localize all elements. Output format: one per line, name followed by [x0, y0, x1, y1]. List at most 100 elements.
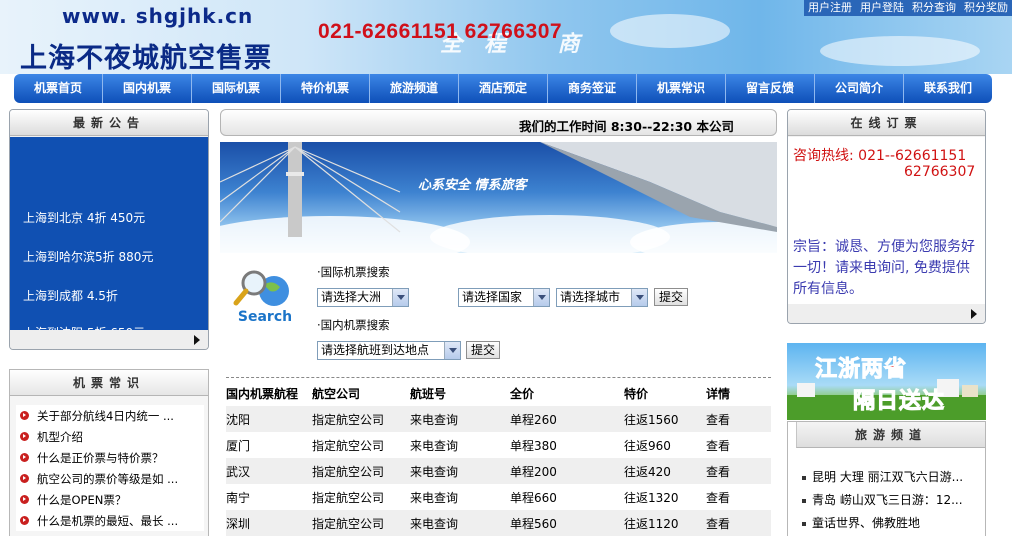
table-cell: 单程380 [510, 438, 557, 453]
continent-select[interactable]: 请选择大洲 [317, 288, 409, 307]
divider [226, 377, 771, 378]
online-booking-title: 在线订票 [788, 110, 985, 136]
red-arrow-bullet-icon [20, 516, 29, 525]
table-cell: 来电查询 [410, 438, 459, 453]
intl-search-label: ·国际机票搜索 [317, 265, 390, 279]
nav-item-special[interactable]: 特价机票 [281, 74, 370, 103]
site-url: www. shgjhk.cn [62, 4, 254, 28]
knowledge-item[interactable]: 机型介绍 [16, 426, 204, 447]
magnifier-globe-icon [233, 270, 289, 306]
points-reward-link[interactable]: 积分奖励 [964, 1, 1008, 15]
nav-item-about[interactable]: 公司简介 [815, 74, 904, 103]
knowledge-item-label: 关于部分航线4日内统一 ... [37, 408, 174, 423]
column-header: 特价 [624, 386, 649, 401]
announcement-item[interactable]: 上海到哈尔滨5折 880元 [23, 248, 153, 265]
travel-item[interactable]: 昆明 大理 丽江双飞六日游... [802, 468, 982, 485]
table-cell: 单程660 [510, 490, 557, 505]
login-link[interactable]: 用户登陆 [860, 1, 904, 15]
travel-channel-title: 旅游频道 [796, 422, 985, 448]
red-arrow-bullet-icon [20, 495, 29, 504]
nav-item-hotel[interactable]: 酒店预定 [459, 74, 548, 103]
table-cell: 深圳 [226, 516, 251, 531]
destination-select[interactable]: 请选择航班到达地点 [317, 341, 461, 360]
consult-hotline: 咨询热线: 021--62661151 [793, 148, 967, 164]
table-cell: 来电查询 [410, 464, 459, 479]
knowledge-item[interactable]: 什么是OPEN票？ [16, 489, 204, 510]
chevron-down-icon[interactable] [444, 342, 460, 359]
red-arrow-bullet-icon [20, 432, 29, 441]
view-link[interactable]: 查看 [706, 515, 766, 532]
column-header: 国内机票航程 [226, 386, 299, 401]
work-hours-bar: 我们的工作时间 8:30--22:30 本公司 [220, 109, 777, 136]
register-link[interactable]: 用户注册 [808, 1, 852, 15]
announcement-item[interactable]: 上海到北京 4折 450元 [23, 209, 145, 226]
view-link[interactable]: 查看 [706, 463, 766, 480]
table-cell: 单程200 [510, 464, 557, 479]
square-bullet-icon [802, 521, 806, 526]
banner-slogan: 心系安全 情系旅客 [418, 178, 527, 193]
table-cell: 单程260 [510, 412, 557, 427]
knowledge-item[interactable]: 什么是正价票与特价票？ [16, 447, 204, 468]
knowledge-list: 关于部分航线4日内统一 ... 机型介绍 什么是正价票与特价票？ 航空公司的票价… [16, 405, 204, 531]
country-select[interactable]: 请选择国家 [458, 288, 550, 307]
site-header: www. shgjhk.cn 上海不夜城航空售票 全程 商 021-626611… [0, 0, 1012, 74]
knowledge-item[interactable]: 什么是机票的最短、最长 ... [16, 510, 204, 531]
chevron-down-icon[interactable] [392, 289, 408, 306]
nav-item-home[interactable]: 机票首页 [14, 74, 103, 103]
domestic-search-label: ·国内机票搜索 [317, 318, 390, 332]
chevron-down-icon[interactable] [631, 289, 647, 306]
column-header: 全价 [510, 386, 535, 401]
knowledge-title: 机票常识 [10, 370, 208, 396]
knowledge-item[interactable]: 航空公司的票价等级是如 ... [16, 468, 204, 489]
knowledge-item-label: 机型介绍 [37, 429, 83, 444]
table-row: 武汉 指定航空公司 来电查询 单程200 往返420 查看 [226, 458, 771, 484]
table-cell: 沈阳 [226, 412, 251, 427]
table-cell: 往返420 [624, 464, 671, 479]
nav-item-knowledge[interactable]: 机票常识 [637, 74, 726, 103]
table-cell: 指定航空公司 [312, 438, 385, 453]
announcements-footer [10, 330, 208, 349]
table-cell: 指定航空公司 [312, 412, 385, 427]
view-link[interactable]: 查看 [706, 437, 766, 454]
header-cloud [610, 14, 730, 48]
knowledge-item[interactable]: 关于部分航线4日内统一 ... [16, 405, 204, 426]
top-links: 用户注册 用户登陆 积分查询 积分奖励 [804, 0, 1012, 16]
travel-item[interactable]: 青岛 崂山双飞三日游：12... [802, 491, 982, 508]
city-select[interactable]: 请选择城市 [556, 288, 648, 307]
play-arrow-icon[interactable] [194, 335, 200, 345]
nav-item-contact[interactable]: 联系我们 [904, 74, 992, 103]
online-booking-panel: 在线订票 咨询热线: 021--62661151 62766307 宗旨：诚恳、… [787, 109, 986, 324]
table-row: 厦门 指定航空公司 来电查询 单程380 往返960 查看 [226, 432, 771, 458]
announcements-title: 最新公告 [10, 110, 208, 136]
country-select-value: 请选择国家 [462, 290, 523, 304]
announcement-item[interactable]: 上海到成都 4.5折 [23, 287, 118, 304]
view-link[interactable]: 查看 [706, 411, 766, 428]
promo-text-line2: 隔日送达 [852, 389, 946, 415]
domestic-submit-button[interactable]: 提交 [466, 341, 501, 359]
play-arrow-icon[interactable] [971, 309, 977, 319]
nav-item-visa[interactable]: 商务签证 [548, 74, 637, 103]
column-header: 航班号 [410, 386, 447, 401]
table-row: 南宁 指定航空公司 来电查询 单程660 往返1320 查看 [226, 484, 771, 510]
table-row: 沈阳 指定航空公司 来电查询 单程260 往返1560 查看 [226, 406, 771, 432]
nav-item-travel[interactable]: 旅游频道 [370, 74, 459, 103]
table-cell: 武汉 [226, 464, 251, 479]
travel-item[interactable]: 童话世界、佛教胜地 [802, 514, 982, 531]
consult-hotline-second: 62766307 [904, 164, 976, 180]
promo-text-line1: 江浙两省 [814, 357, 908, 383]
points-query-link[interactable]: 积分查询 [912, 1, 956, 15]
knowledge-item-label: 什么是正价票与特价票？ [37, 450, 164, 465]
nav-item-feedback[interactable]: 留言反馈 [726, 74, 815, 103]
view-link[interactable]: 查看 [706, 489, 766, 506]
service-purpose: 宗旨：诚恳、方便为您服务好一切！请来电询问, 免费提供所有信息。 [793, 239, 975, 297]
nav-item-domestic[interactable]: 国内机票 [103, 74, 192, 103]
chevron-down-icon[interactable] [533, 289, 549, 306]
nav-item-international[interactable]: 国际机票 [192, 74, 281, 103]
table-cell: 指定航空公司 [312, 490, 385, 505]
site-title: 上海不夜城航空售票 [20, 43, 272, 74]
delivery-promo-banner[interactable]: 江浙两省 隔日送达 [787, 343, 986, 420]
intl-submit-button[interactable]: 提交 [654, 288, 689, 306]
travel-item-label: 童话世界、佛教胜地 [812, 516, 921, 530]
main-nav: 机票首页 国内机票 国际机票 特价机票 旅游频道 酒店预定 商务签证 机票常识 … [14, 74, 992, 103]
table-cell: 往返960 [624, 438, 671, 453]
